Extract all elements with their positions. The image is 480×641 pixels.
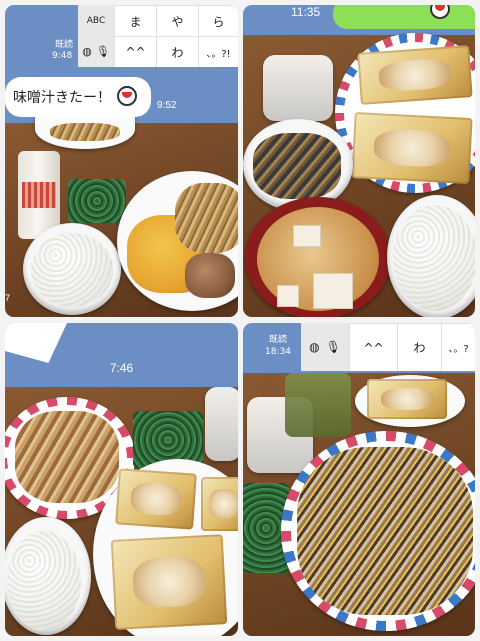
- side-timestamp: 7: [5, 293, 11, 303]
- photo-panel-2: 11:35: [243, 5, 475, 317]
- key-ya[interactable]: や: [156, 5, 198, 36]
- burdock-dish: [253, 133, 341, 199]
- yogurt-glass: [263, 55, 333, 121]
- white-wedge: [5, 323, 67, 363]
- read-receipt-time: 18:34: [265, 347, 291, 357]
- key-ra[interactable]: ら: [198, 5, 238, 36]
- rice: [31, 233, 113, 307]
- food-photo-2: [243, 33, 475, 317]
- globe-icon: ◍: [82, 45, 92, 58]
- key-wa[interactable]: わ: [156, 36, 198, 67]
- chat-message-text: 味噌汁きたー！: [13, 90, 111, 106]
- keyboard: ◍ 🎙 ^^ わ 、。?: [301, 323, 475, 371]
- side-dish: [50, 123, 120, 141]
- fried-tofu-2: [201, 477, 238, 531]
- chat-message-bubble[interactable]: 味噌汁きたー！: [5, 77, 151, 117]
- rice: [393, 205, 475, 311]
- yogurt-glass: [205, 387, 238, 461]
- mic-icon: 🎙: [95, 45, 110, 58]
- read-receipt-time: 9:48: [52, 51, 73, 61]
- food-photo-4: [243, 373, 475, 636]
- status-bar-time: 7:46: [109, 361, 134, 375]
- green-drink-glass: [285, 373, 351, 437]
- mic-icon: 🎙: [325, 340, 341, 354]
- read-receipt-label: 既読: [55, 40, 74, 50]
- laughing-face-icon: [117, 86, 137, 106]
- key-punctuation[interactable]: 、。?: [441, 323, 475, 371]
- grilled-meat: [185, 253, 235, 298]
- keyboard: ABC ◍ 🎙 ま や ら ^^ わ 、。?!: [78, 5, 238, 67]
- message-time: 9:52: [157, 100, 177, 111]
- food-photo-3: [5, 387, 238, 636]
- food-photo-1: [5, 109, 238, 317]
- fried-tofu-1: [115, 468, 197, 530]
- tofu-cube-2: [313, 273, 353, 309]
- fried-tofu-1: [357, 45, 473, 105]
- fried-tofu: [367, 379, 447, 419]
- globe-icon: ◍: [309, 340, 320, 354]
- key-ma[interactable]: ま: [114, 5, 156, 36]
- photo-panel-1: 既読 9:48 ABC ◍ 🎙 ま や ら ^^ わ 、。?! 味噌汁きたー！ …: [5, 5, 238, 317]
- key-emoticon[interactable]: ^^: [114, 36, 156, 67]
- vegetable-stir-fry: [297, 447, 473, 615]
- keyboard-mode-key[interactable]: ABC: [78, 5, 114, 36]
- key-emoticon[interactable]: ^^: [349, 323, 397, 371]
- status-bar-time: 11:35: [291, 5, 321, 19]
- photo-panel-4: 既読 18:34 ◍ 🎙 ^^ わ 、。?: [243, 323, 475, 636]
- read-receipt-label: 既読: [269, 335, 288, 345]
- seaweed-dish: [68, 179, 126, 223]
- rice: [7, 531, 81, 631]
- tofu-cube-3: [277, 285, 299, 307]
- photo-panel-3: 7:46: [5, 323, 238, 636]
- key-punctuation[interactable]: 、。?!: [198, 36, 238, 67]
- keyboard-globe-mic-key[interactable]: ◍ 🎙: [78, 36, 114, 67]
- sent-message-bubble[interactable]: [333, 5, 475, 29]
- fried-tofu-3: [110, 534, 228, 630]
- stir-fry: [175, 183, 238, 253]
- tofu-cube-1: [293, 225, 321, 247]
- fried-tofu-2: [351, 111, 473, 185]
- keyboard-globe-mic-key[interactable]: ◍ 🎙: [301, 323, 349, 371]
- key-wa[interactable]: わ: [397, 323, 441, 371]
- pork-stir-fry: [15, 411, 119, 503]
